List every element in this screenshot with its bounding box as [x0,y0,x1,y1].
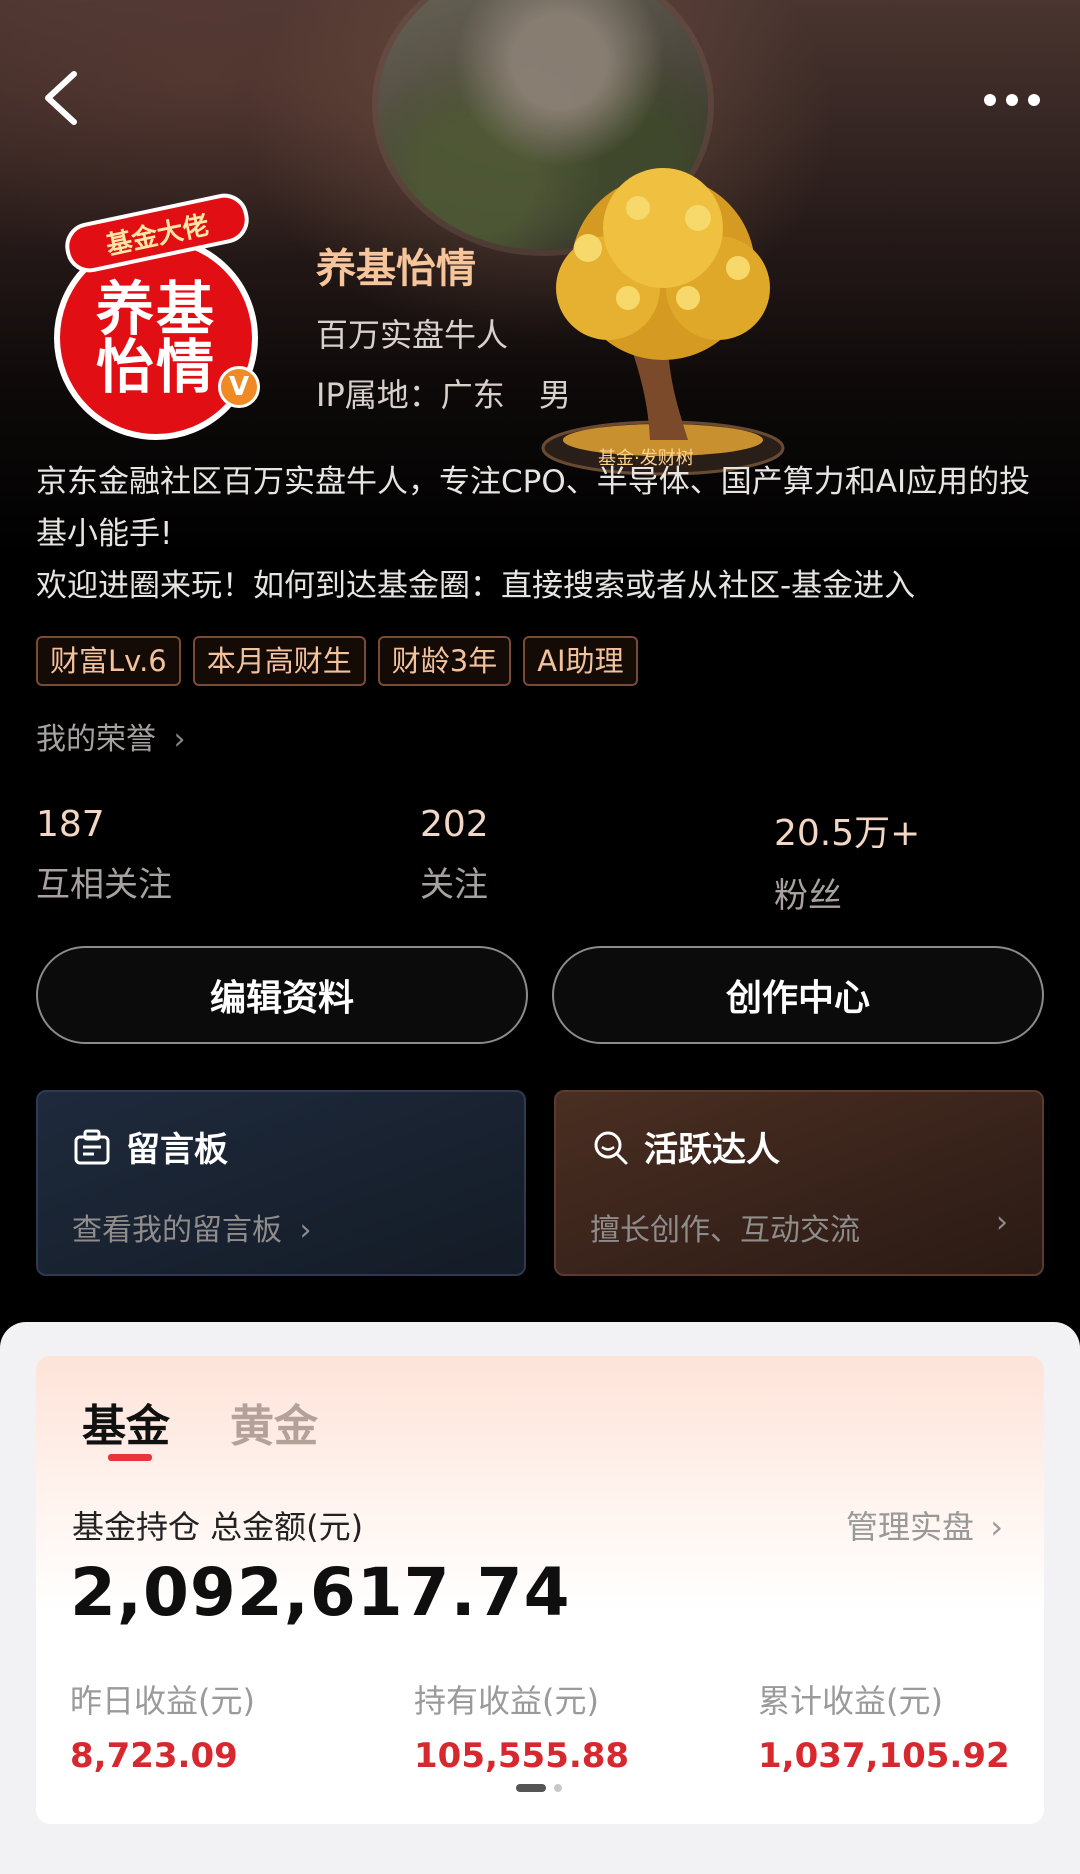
metric-label: 累计收益(元) [758,1682,943,1720]
edit-profile-button[interactable]: 编辑资料 [36,946,528,1044]
page-dot-active [516,1784,546,1792]
badge-ai-assistant[interactable]: AI助理 [523,636,638,686]
manage-portfolio-link[interactable]: 管理实盘 › [846,1502,1003,1548]
holding-total-label: 基金持仓 总金额(元) [72,1508,364,1546]
search-badge-icon [594,1131,628,1164]
card-title-text: 留言板 [126,1130,228,1170]
ip-location: IP属地：广东 [316,376,505,414]
badge-wealth-level[interactable]: 财富Lv.6 [36,636,181,686]
metric-value: 8,723.09 [70,1736,238,1776]
stat-following[interactable]: 202 关注 [420,804,489,906]
metric-value: 105,555.88 [414,1736,630,1776]
metric-holding-profit: 持有收益(元) 105,555.88 [414,1676,629,1776]
card-subtitle-label: 查看我的留言板 [72,1213,282,1248]
money-tree-pendant[interactable] [518,148,808,478]
tab-gold[interactable]: 黄金 [230,1390,318,1454]
total-amount: 2,092,617.74 [70,1554,571,1631]
tab-fund[interactable]: 基金 [82,1390,170,1454]
badge-row: 财富Lv.6 本月高财生 财龄3年 AI助理 [36,636,638,686]
my-honor-label: 我的荣誉 [36,722,156,757]
bio-line: 欢迎进圈来玩！如何到达基金圈：直接搜索或者从社区-基金进入 [36,568,916,604]
metric-label: 持有收益(元) [414,1682,599,1720]
ellipsis-dot [1006,94,1018,106]
stat-label: 粉丝 [774,876,842,916]
manage-portfolio-label: 管理实盘 [846,1508,975,1546]
active-tab-indicator [108,1454,152,1461]
card-title: 活跃达人 [590,1122,1008,1171]
stat-label: 关注 [420,865,488,905]
follow-stats: 187 互相关注 202 关注 20.5万+ 粉丝 [36,804,1046,917]
chevron-right-icon: › [996,1205,1008,1240]
metric-cumulative-profit: 累计收益(元) 1,037,105.92 [758,1676,1010,1776]
metric-value: 1,037,105.92 [758,1736,1010,1776]
ellipsis-dot [1028,94,1040,106]
stat-label: 互相关注 [36,865,172,905]
ellipsis-dot [984,94,996,106]
stat-value: 202 [420,804,489,845]
avatar-text-line1: 养基 [95,275,216,343]
active-talent-card[interactable]: 活跃达人 擅长创作、互动交流 › [554,1090,1044,1276]
bio-line: 京东金融社区百万实盘牛人，专注CPO、半导体、国产算力和AI应用的投基小能手! [36,464,1031,552]
card-subtitle-label: 擅长创作、互动交流 [590,1213,860,1248]
portfolio-tabs: 基金 黄金 [82,1390,318,1454]
card-subtitle: 擅长创作、互动交流 › [590,1205,1008,1249]
message-board-card[interactable]: 留言板 查看我的留言板 › [36,1090,526,1276]
my-honor-link[interactable]: 我的荣誉 › [36,714,186,758]
card-subtitle: 查看我的留言板 › [72,1205,490,1249]
creator-center-button[interactable]: 创作中心 [552,946,1044,1044]
card-title-text: 活跃达人 [644,1130,780,1170]
message-board-icon [74,1129,110,1164]
metric-yesterday-profit: 昨日收益(元) 8,723.09 [70,1676,255,1776]
bio: 京东金融社区百万实盘牛人，专注CPO、半导体、国产算力和AI应用的投基小能手! … [36,456,1046,612]
card-subtitle-text: 查看我的留言板 › [72,1205,312,1249]
badge-monthly[interactable]: 本月高财生 [192,636,366,686]
nickname: 养基怡情 [316,246,476,292]
chevron-right-icon: › [299,1213,312,1248]
chevron-left-icon[interactable] [40,68,88,128]
user-title: 百万实盘牛人 [316,316,509,354]
stat-followers[interactable]: 20.5万+ 粉丝 [774,804,920,917]
metric-label: 昨日收益(元) [70,1682,255,1720]
card-title: 留言板 [72,1122,490,1171]
verified-badge-icon: V [218,366,260,408]
stat-value: 187 [36,804,105,845]
badge-tenure[interactable]: 财龄3年 [377,636,512,686]
chevron-right-icon: › [990,1508,1003,1546]
ellipsis-icon[interactable] [984,88,1048,112]
avatar-text-line2: 怡情 [95,333,216,401]
stat-mutual-follow[interactable]: 187 互相关注 [36,804,172,906]
page-dot [554,1784,562,1792]
page-indicator [516,1784,562,1792]
stat-value: 20.5万+ [774,813,921,854]
chevron-right-icon: › [173,722,186,757]
